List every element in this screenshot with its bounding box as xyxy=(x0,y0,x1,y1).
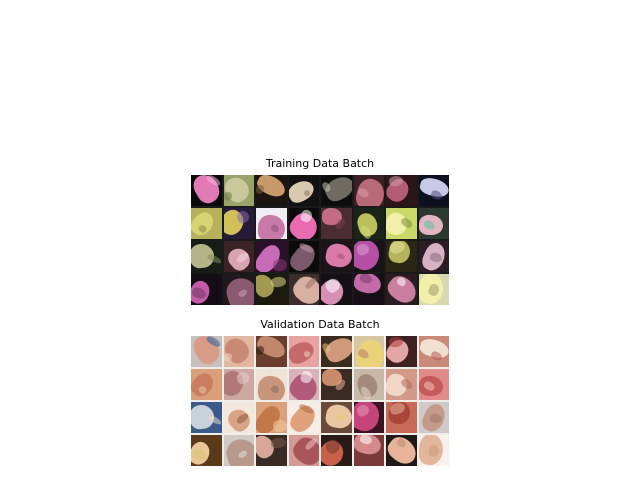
validation-image-tile xyxy=(191,435,222,466)
training-image-tile xyxy=(321,274,352,305)
training-image-tile xyxy=(321,241,352,272)
training-image-tile xyxy=(191,175,222,206)
validation-image-tile xyxy=(321,402,352,433)
training-tile-shape xyxy=(235,209,251,225)
training-batch-grid xyxy=(191,175,449,305)
training-image-tile xyxy=(418,241,449,272)
validation-image-tile xyxy=(256,402,287,433)
training-image-tile xyxy=(353,274,384,305)
validation-tile-shape xyxy=(270,437,286,450)
training-tile-shape xyxy=(191,208,218,239)
training-image-tile xyxy=(386,241,417,272)
training-image-tile xyxy=(386,274,417,305)
training-image-tile xyxy=(418,274,449,305)
training-tile-shape xyxy=(272,258,287,272)
validation-batch-title: Validation Data Batch xyxy=(260,318,380,331)
validation-tile-shape xyxy=(191,369,218,400)
training-image-tile xyxy=(256,208,287,239)
validation-image-tile xyxy=(353,336,384,367)
validation-image-tile xyxy=(353,402,384,433)
training-image-tile xyxy=(386,175,417,206)
validation-image-tile xyxy=(418,435,449,466)
validation-image-tile xyxy=(321,336,352,367)
validation-tile-shape xyxy=(235,370,251,386)
validation-image-tile xyxy=(386,369,417,400)
training-image-tile xyxy=(223,175,254,206)
training-image-tile xyxy=(288,175,319,206)
training-tile-shape xyxy=(223,175,253,206)
training-tile-shape xyxy=(288,177,317,206)
training-image-tile xyxy=(321,175,352,206)
validation-tile-shape xyxy=(288,338,317,367)
training-image-tile xyxy=(353,208,384,239)
validation-image-tile xyxy=(386,402,417,433)
validation-image-tile xyxy=(418,369,449,400)
validation-image-tile xyxy=(191,336,222,367)
validation-image-tile xyxy=(288,369,319,400)
training-image-tile xyxy=(223,241,254,272)
validation-image-tile xyxy=(256,369,287,400)
training-image-tile xyxy=(191,208,222,239)
training-image-tile xyxy=(386,208,417,239)
validation-image-tile xyxy=(191,402,222,433)
training-image-tile xyxy=(256,274,287,305)
training-image-tile xyxy=(191,274,222,305)
validation-image-tile xyxy=(256,336,287,367)
validation-image-tile xyxy=(353,435,384,466)
validation-image-tile xyxy=(288,435,319,466)
training-image-tile xyxy=(256,241,287,272)
validation-image-tile xyxy=(288,402,319,433)
validation-tile-shape xyxy=(223,435,254,466)
validation-image-tile xyxy=(321,435,352,466)
training-image-tile xyxy=(321,208,352,239)
validation-batch-grid xyxy=(191,336,449,466)
validation-tile-shape xyxy=(223,336,253,367)
training-tile-shape xyxy=(270,276,286,289)
validation-image-tile xyxy=(223,336,254,367)
validation-image-tile xyxy=(353,369,384,400)
validation-image-tile xyxy=(386,435,417,466)
training-image-tile xyxy=(191,241,222,272)
validation-image-tile xyxy=(223,402,254,433)
validation-image-tile xyxy=(256,435,287,466)
training-image-tile xyxy=(288,208,319,239)
training-tile-shape xyxy=(223,274,254,305)
validation-image-tile xyxy=(386,336,417,367)
training-image-tile xyxy=(223,274,254,305)
training-image-tile xyxy=(223,208,254,239)
validation-image-tile xyxy=(418,336,449,367)
training-image-tile xyxy=(353,241,384,272)
validation-image-tile xyxy=(418,402,449,433)
training-image-tile xyxy=(256,175,287,206)
validation-image-tile xyxy=(223,369,254,400)
training-image-tile xyxy=(418,208,449,239)
training-image-tile xyxy=(288,241,319,272)
validation-image-tile xyxy=(288,336,319,367)
training-image-tile xyxy=(288,274,319,305)
validation-image-tile xyxy=(223,435,254,466)
training-image-tile xyxy=(353,175,384,206)
validation-image-tile xyxy=(191,369,222,400)
training-batch-title: Training Data Batch xyxy=(265,157,375,170)
validation-image-tile xyxy=(321,369,352,400)
training-image-tile xyxy=(418,175,449,206)
validation-tile-shape xyxy=(272,419,287,433)
